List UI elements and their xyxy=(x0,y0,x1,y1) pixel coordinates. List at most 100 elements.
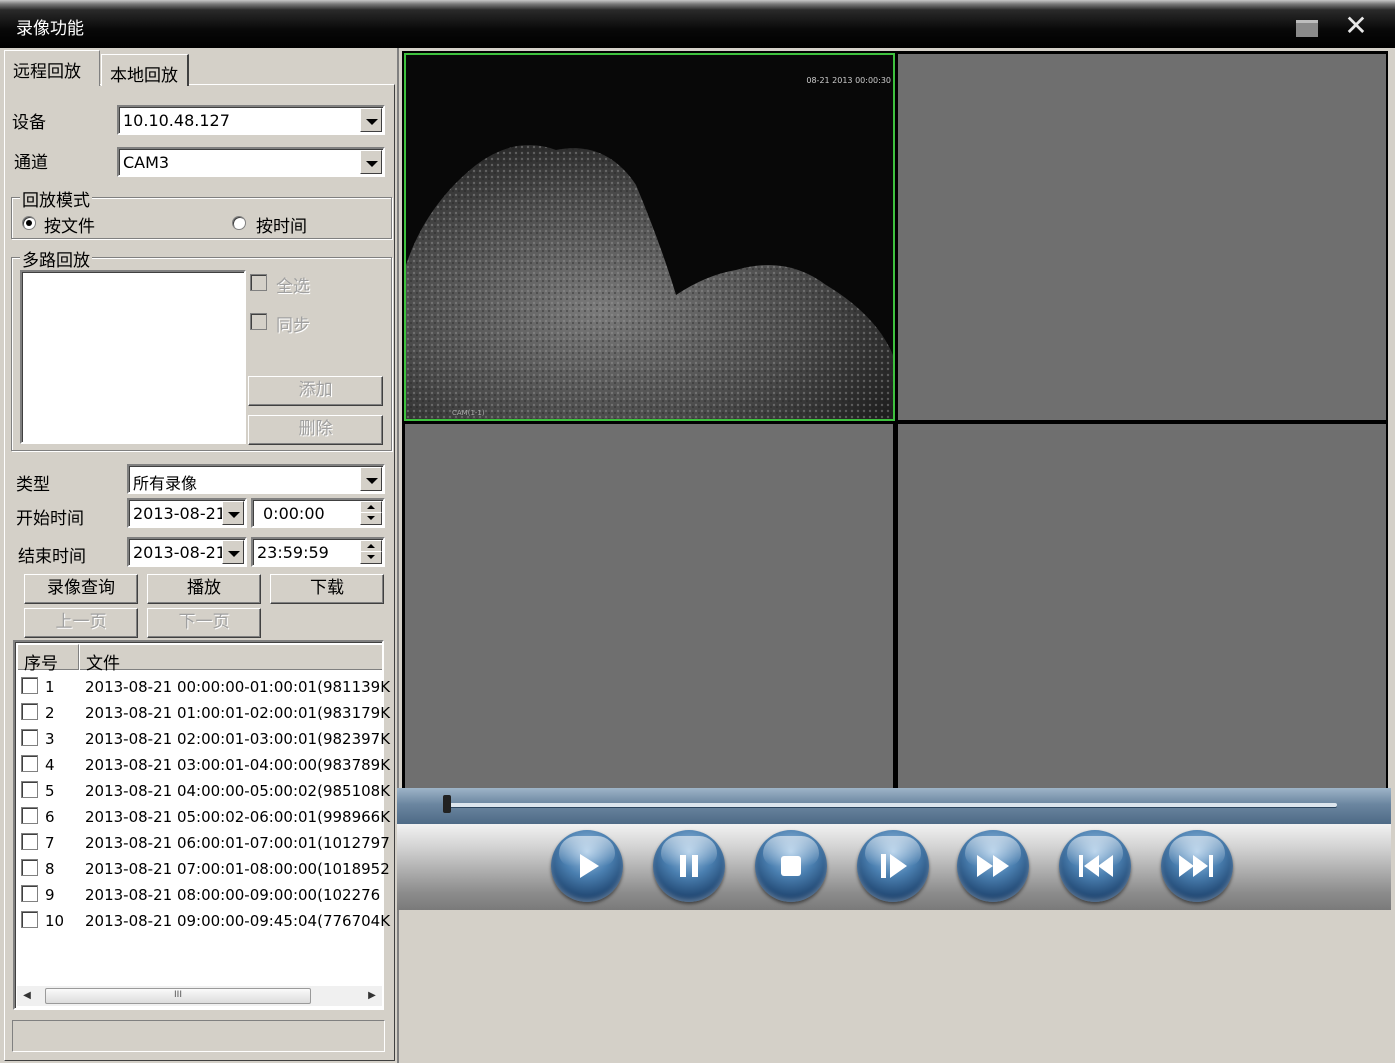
next-page-button[interactable]: 下一页 xyxy=(147,608,261,638)
start-date-picker[interactable]: 2013-08-21 xyxy=(127,498,247,528)
horizontal-scrollbar[interactable]: ◀ III ▶ xyxy=(17,986,382,1006)
table-row[interactable]: 2 2013-08-21 01:00:01-02:00:01(983179K xyxy=(21,700,390,726)
pause-icon[interactable] xyxy=(653,830,725,902)
right-panel: 08-21 2013 00:00:30 CAM(1-1) xyxy=(397,48,1395,1063)
type-select[interactable]: 所有录像 xyxy=(127,464,385,494)
row-checkbox[interactable] xyxy=(21,911,38,928)
table-row[interactable]: 6 2013-08-21 05:00:02-06:00:01(998966K xyxy=(21,804,390,830)
select-all-checkbox[interactable] xyxy=(250,274,267,291)
play-icon[interactable] xyxy=(551,830,623,902)
channel-select[interactable]: CAM3 xyxy=(117,147,385,177)
spin-down-icon[interactable] xyxy=(360,551,382,564)
fast-forward-icon[interactable] xyxy=(957,830,1029,902)
file-list-header: 序号 文件 xyxy=(17,644,382,674)
column-header-file[interactable]: 文件 xyxy=(79,644,382,674)
row-file-name: 2013-08-21 04:00:00-05:00:02(985108K xyxy=(85,782,391,800)
table-row[interactable]: 5 2013-08-21 04:00:00-05:00:02(985108K xyxy=(21,778,390,804)
channel-label: 通道 xyxy=(14,153,48,173)
download-button[interactable]: 下载 xyxy=(270,574,384,604)
row-checkbox[interactable] xyxy=(21,729,38,746)
table-row[interactable]: 3 2013-08-21 02:00:01-03:00:01(982397K xyxy=(21,726,390,752)
close-icon[interactable]: ✕ xyxy=(1343,10,1369,42)
step-frame-icon[interactable] xyxy=(857,830,929,902)
row-file-name: 2013-08-21 07:00:01-08:00:00(1018952 xyxy=(85,860,390,878)
chevron-down-icon[interactable] xyxy=(360,108,382,132)
scroll-right-icon[interactable]: ▶ xyxy=(362,986,382,1006)
video-cell-3[interactable] xyxy=(405,424,893,788)
end-date-value: 2013-08-21 xyxy=(133,543,226,562)
row-number: 1 xyxy=(45,678,55,696)
table-row[interactable]: 1 2013-08-21 00:00:00-01:00:01(981139K xyxy=(21,674,390,700)
row-checkbox[interactable] xyxy=(21,781,38,798)
start-time-label: 开始时间 xyxy=(16,509,84,529)
row-file-name: 2013-08-21 05:00:02-06:00:01(998966K xyxy=(85,808,391,826)
row-file-name: 2013-08-21 08:00:00-09:00:00(102276 xyxy=(85,886,381,904)
sync-checkbox[interactable] xyxy=(250,313,267,330)
row-file-name: 2013-08-21 01:00:01-02:00:01(983179K xyxy=(85,704,391,722)
video-cell-2[interactable] xyxy=(898,54,1386,420)
table-row[interactable]: 9 2013-08-21 08:00:00-09:00:00(102276 xyxy=(21,882,381,908)
multi-playback-list[interactable] xyxy=(20,270,246,444)
end-time-label: 结束时间 xyxy=(18,547,86,567)
chevron-down-icon[interactable] xyxy=(222,501,244,525)
video-cell-1[interactable]: 08-21 2013 00:00:30 CAM(1-1) xyxy=(404,53,895,421)
radio-by-time[interactable] xyxy=(232,216,246,230)
table-row[interactable]: 8 2013-08-21 07:00:01-08:00:00(1018952 xyxy=(21,856,390,882)
stop-icon[interactable] xyxy=(755,830,827,902)
osd-timestamp: 08-21 2013 00:00:30 xyxy=(806,76,891,85)
video-cell-4[interactable] xyxy=(898,424,1386,788)
row-checkbox[interactable] xyxy=(21,859,38,876)
row-number: 8 xyxy=(45,860,55,878)
table-row[interactable]: 10 2013-08-21 09:00:00-09:45:04(776704K xyxy=(21,908,390,934)
end-time-spinner[interactable]: 23:59:59 xyxy=(251,537,385,567)
playback-mode-title: 回放模式 xyxy=(20,186,92,211)
file-list[interactable]: 序号 文件 1 2013-08-21 00:00:00-01:00:01(9811… xyxy=(13,640,390,1010)
maximize-icon[interactable] xyxy=(1296,20,1318,37)
row-checkbox[interactable] xyxy=(21,677,38,694)
prev-page-button[interactable]: 上一页 xyxy=(24,608,138,638)
row-checkbox[interactable] xyxy=(21,833,38,850)
row-checkbox[interactable] xyxy=(21,755,38,772)
seek-bar[interactable] xyxy=(397,788,1391,824)
add-button[interactable]: 添加 xyxy=(248,376,383,406)
tab-remote-playback[interactable]: 远程回放 xyxy=(4,50,100,86)
play-button[interactable]: 播放 xyxy=(147,574,261,604)
row-checkbox[interactable] xyxy=(21,885,38,902)
device-label: 设备 xyxy=(12,113,46,133)
scroll-left-icon[interactable]: ◀ xyxy=(17,986,37,1006)
row-checkbox[interactable] xyxy=(21,703,38,720)
spin-down-icon[interactable] xyxy=(360,512,382,525)
end-date-picker[interactable]: 2013-08-21 xyxy=(127,537,247,567)
scrollbar-thumb[interactable]: III xyxy=(45,988,311,1004)
skip-forward-icon[interactable] xyxy=(1161,830,1233,902)
seek-thumb[interactable] xyxy=(443,795,451,813)
seek-track[interactable] xyxy=(449,803,1337,807)
row-file-name: 2013-08-21 09:00:00-09:45:04(776704K xyxy=(85,912,391,930)
start-date-value: 2013-08-21 xyxy=(133,504,226,523)
delete-button[interactable]: 删除 xyxy=(248,415,383,445)
skip-back-icon[interactable] xyxy=(1059,830,1131,902)
start-time-spinner[interactable]: 0:00:00 xyxy=(251,498,385,528)
chevron-down-icon[interactable] xyxy=(360,150,382,174)
end-time-value: 23:59:59 xyxy=(257,543,329,562)
tab-local-playback[interactable]: 本地回放 xyxy=(101,54,189,86)
table-row[interactable]: 4 2013-08-21 03:00:01-04:00:00(983789K xyxy=(21,752,390,778)
row-file-name: 2013-08-21 00:00:00-01:00:01(981139K xyxy=(85,678,391,696)
table-row[interactable]: 7 2013-08-21 06:00:01-07:00:01(1012797 xyxy=(21,830,390,856)
channel-value: CAM3 xyxy=(123,153,170,172)
device-select[interactable]: 10.10.48.127 xyxy=(117,105,385,135)
start-time-value: 0:00:00 xyxy=(263,504,325,523)
column-header-no[interactable]: 序号 xyxy=(17,644,79,674)
row-number: 6 xyxy=(45,808,55,826)
select-all-label: 全选 xyxy=(276,277,310,297)
row-checkbox[interactable] xyxy=(21,807,38,824)
chevron-down-icon[interactable] xyxy=(360,467,382,491)
status-bar xyxy=(12,1020,385,1052)
query-records-button[interactable]: 录像查询 xyxy=(24,574,138,604)
row-number: 4 xyxy=(45,756,55,774)
row-number: 2 xyxy=(45,704,55,722)
multi-playback-title: 多路回放 xyxy=(20,246,92,271)
row-file-name: 2013-08-21 03:00:01-04:00:00(983789K xyxy=(85,756,391,774)
radio-by-file[interactable] xyxy=(22,216,36,230)
chevron-down-icon[interactable] xyxy=(222,540,244,564)
